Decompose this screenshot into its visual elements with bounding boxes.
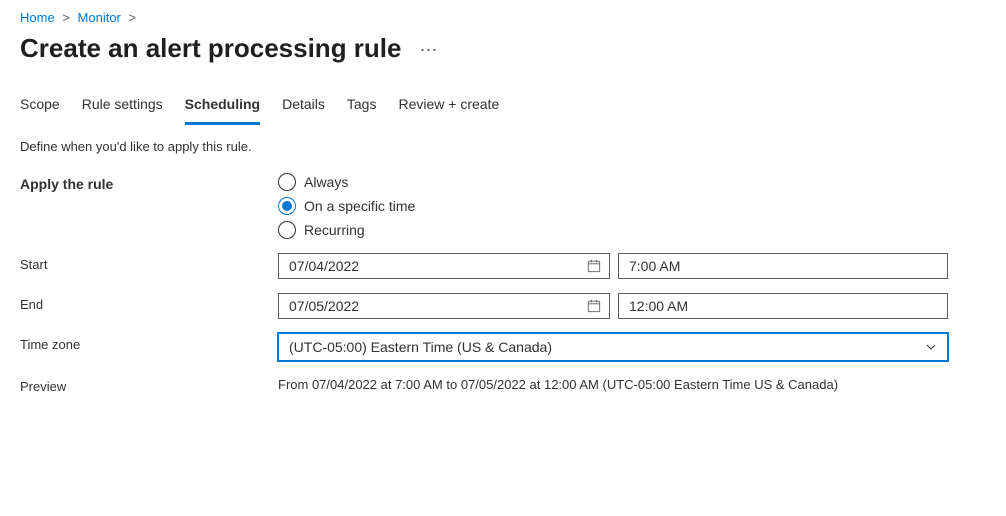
- calendar-icon[interactable]: [587, 259, 601, 273]
- radio-always[interactable]: Always: [278, 173, 415, 191]
- breadcrumb-home[interactable]: Home: [20, 10, 55, 25]
- intro-text: Define when you'd like to apply this rul…: [20, 139, 986, 154]
- calendar-icon[interactable]: [587, 299, 601, 313]
- radio-recurring-label: Recurring: [304, 222, 365, 238]
- tabs: Scope Rule settings Scheduling Details T…: [20, 90, 986, 125]
- tab-details[interactable]: Details: [282, 90, 325, 125]
- end-time-input[interactable]: [627, 297, 939, 315]
- timezone-label: Time zone: [20, 333, 278, 352]
- chevron-down-icon: [925, 341, 937, 353]
- radio-always-label: Always: [304, 174, 348, 190]
- tab-review-create[interactable]: Review + create: [398, 90, 499, 125]
- start-time-field[interactable]: [618, 253, 948, 279]
- radio-recurring[interactable]: Recurring: [278, 221, 415, 239]
- timezone-select[interactable]: (UTC-05:00) Eastern Time (US & Canada): [278, 333, 948, 361]
- start-date-field[interactable]: [278, 253, 610, 279]
- end-date-field[interactable]: [278, 293, 610, 319]
- start-label: Start: [20, 253, 278, 272]
- start-time-input[interactable]: [627, 257, 939, 275]
- preview-text: From 07/04/2022 at 7:00 AM to 07/05/2022…: [278, 375, 838, 392]
- radio-specific-time[interactable]: On a specific time: [278, 197, 415, 215]
- radio-icon: [278, 221, 296, 239]
- end-date-input[interactable]: [287, 297, 587, 315]
- tab-rule-settings[interactable]: Rule settings: [82, 90, 163, 125]
- radio-specific-label: On a specific time: [304, 198, 415, 214]
- timezone-value: (UTC-05:00) Eastern Time (US & Canada): [289, 339, 925, 355]
- breadcrumb: Home > Monitor >: [20, 8, 986, 31]
- end-time-field[interactable]: [618, 293, 948, 319]
- more-icon[interactable]: ⋯: [419, 40, 439, 61]
- start-date-input[interactable]: [287, 257, 587, 275]
- end-label: End: [20, 293, 278, 312]
- page-title: Create an alert processing rule: [20, 33, 401, 64]
- chevron-right-icon: >: [125, 10, 141, 25]
- radio-icon: [278, 173, 296, 191]
- preview-label: Preview: [20, 375, 278, 394]
- apply-rule-label: Apply the rule: [20, 172, 278, 192]
- radio-icon: [278, 197, 296, 215]
- tab-scheduling[interactable]: Scheduling: [185, 90, 260, 125]
- tab-tags[interactable]: Tags: [347, 90, 377, 125]
- tab-scope[interactable]: Scope: [20, 90, 60, 125]
- chevron-right-icon: >: [58, 10, 74, 25]
- breadcrumb-monitor[interactable]: Monitor: [78, 10, 121, 25]
